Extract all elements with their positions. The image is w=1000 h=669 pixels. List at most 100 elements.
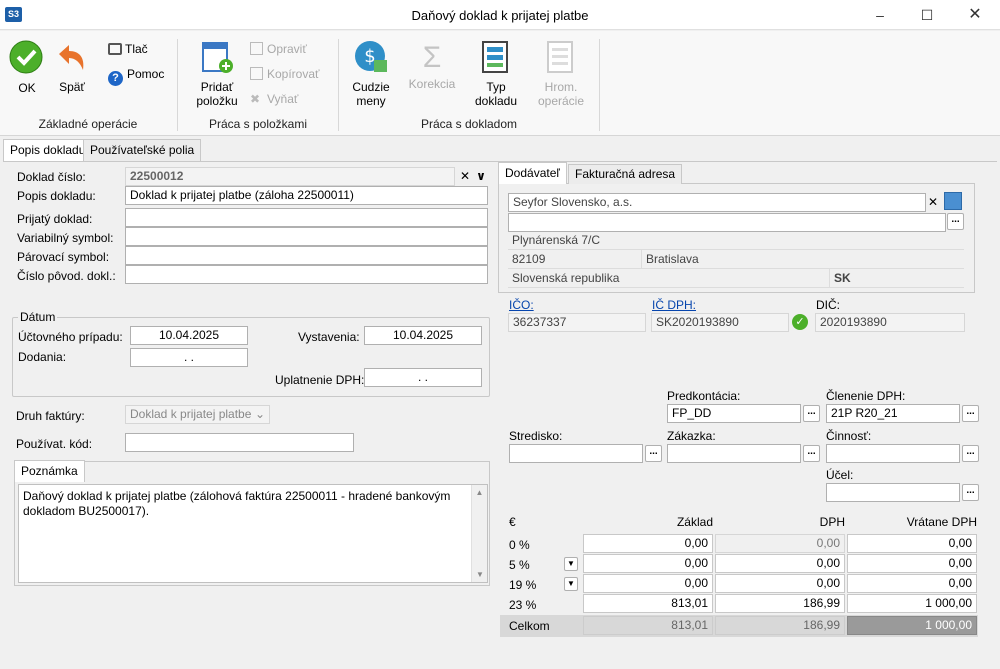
vat-col-total: Vrátane DPH [906,515,977,529]
chevron-down-icon[interactable]: ∨ [474,169,488,183]
clear-icon[interactable]: ✕ [458,169,472,183]
document-type-button[interactable]: Typ dokladu [470,40,522,108]
add-document-icon [202,42,233,73]
vat-sum-label: Celkom [509,619,550,633]
vat-0-base[interactable]: 0,00 [583,534,713,553]
vat-currency: € [509,515,516,529]
print-button[interactable]: Tlač [108,40,148,58]
ico-field[interactable]: 36237337 [508,313,646,332]
vat-0-total[interactable]: 0,00 [847,534,977,553]
vat-5-base[interactable]: 0,00 [583,554,713,573]
foreign-currency-button[interactable]: $ Cudzie meny [348,40,394,108]
icdph-field[interactable]: SK2020193890 [651,313,789,332]
edit-button[interactable]: Opraviť [250,40,307,58]
back-button[interactable]: Späť [55,42,89,94]
supplier-street: Plynárenská 7/C [508,231,964,250]
supplier-country-code: SK [830,269,964,288]
ico-link[interactable]: IČO: [509,298,534,312]
close-icon[interactable]: ✕ [960,4,990,26]
tab-billing-address[interactable]: Fakturačná adresa [568,164,683,184]
vat-23-total[interactable]: 1 000,00 [847,594,977,613]
undo-arrow-icon [59,45,84,70]
clenenie-more-button[interactable]: ... [962,405,979,422]
help-button[interactable]: ? Pomoc [108,65,164,86]
invoice-type-label: Druh faktúry: [16,409,85,423]
doc-desc-field[interactable]: Doklad k prijatej platbe (záloha 2250001… [125,186,488,205]
note-scrollbar[interactable]: ▲ ▼ [471,485,487,582]
vat-rate-5: 5 % [509,558,530,572]
maximize-icon[interactable]: ☐ [912,4,942,26]
add-item-button[interactable]: Pridať položku [192,40,242,108]
minimize-icon[interactable]: – [865,4,895,26]
supplier-name-field[interactable]: Seyfor Slovensko, a.s. [508,193,926,212]
more-button[interactable]: ... [947,213,964,230]
verified-check-icon[interactable]: ✓ [792,314,808,330]
clear-icon[interactable]: ✕ [926,195,940,209]
vat-19-vat[interactable]: 0,00 [715,574,845,593]
delivery-date-field[interactable]: . . [130,348,248,367]
vat-sum-total: 1 000,00 [847,616,977,635]
acc-date-field[interactable]: 10.04.2025 [130,326,248,345]
user-code-field[interactable] [125,433,354,452]
vat-23-base[interactable]: 813,01 [583,594,713,613]
tab-user-fields[interactable]: Používateľské polia [83,139,202,161]
bulk-operations-button[interactable]: Hrom. operácie [533,40,589,108]
address-book-icon[interactable] [944,192,962,210]
predkontacia-field[interactable]: FP_DD [667,404,801,423]
copy-button[interactable]: Kopírovať [250,65,320,83]
title-bar: S3 Daňový doklad k prijatej platbe – ☐ ✕ [0,0,1000,30]
tab-note[interactable]: Poznámka [14,460,85,482]
ribbon: OK Späť Tlač ? Pomoc Základné operácie Pr… [0,31,1000,136]
vat-5-total[interactable]: 0,00 [847,554,977,573]
ribbon-separator [599,39,600,131]
zakazka-more-button[interactable]: ... [803,445,820,462]
correction-button[interactable]: Σ Korekcia [404,40,460,91]
doc-desc-label: Popis dokladu: [17,189,96,203]
vat-date-label: Uplatnenie DPH: [275,373,365,387]
date-group-label: Dátum [18,310,58,324]
icdph-link[interactable]: IČ DPH: [652,298,696,312]
cinnost-more-button[interactable]: ... [962,445,979,462]
stredisko-more-button[interactable]: ... [645,445,662,462]
doc-number-field[interactable]: 22500012 [125,167,455,186]
tab-supplier[interactable]: Dodávateľ [498,162,567,184]
window-title: Daňový doklad k prijatej platbe [411,8,589,23]
vat-19-base[interactable]: 0,00 [583,574,713,593]
vat-19-total[interactable]: 0,00 [847,574,977,593]
vat-5-vat[interactable]: 0,00 [715,554,845,573]
rate-dropdown-icon[interactable]: ▼ [564,577,578,591]
vat-date-field[interactable]: . . [364,368,482,387]
clenenie-field[interactable]: 21P R20_21 [826,404,960,423]
main-tabs: Popis dokladu Používateľské polia [3,139,997,162]
zakazka-field[interactable] [667,444,801,463]
tab-document-description[interactable]: Popis dokladu [3,139,93,162]
received-doc-field[interactable] [125,208,488,227]
delivery-date-label: Dodania: [18,350,67,364]
issue-date-field[interactable]: 10.04.2025 [364,326,482,345]
rate-dropdown-icon[interactable]: ▼ [564,557,578,571]
vat-23-vat[interactable]: 186,99 [715,594,845,613]
ucel-more-button[interactable]: ... [962,484,979,501]
pairing-symbol-field[interactable] [125,246,488,265]
cinnost-label: Činnosť: [826,429,872,443]
dic-field[interactable]: 2020193890 [815,313,965,332]
user-code-label: Používat. kód: [16,437,93,451]
variable-symbol-field[interactable] [125,227,488,246]
ok-button[interactable]: OK [9,40,45,95]
cinnost-field[interactable] [826,444,960,463]
vat-col-base: Základ [676,515,713,529]
invoice-type-select[interactable]: Doklad k prijatej platbe ⌄ [125,405,270,424]
received-doc-label: Prijatý doklad: [17,212,93,226]
cut-button[interactable]: ✖ Vyňať [250,90,298,108]
variable-symbol-label: Variabilný symbol: [17,231,114,245]
orig-doc-number-field[interactable] [125,265,488,284]
orig-doc-number-label: Číslo pôvod. dokl.: [17,269,116,283]
bulk-operations-icon [547,41,573,73]
note-textarea[interactable]: Daňový doklad k prijatej platbe (zálohov… [18,484,488,583]
help-icon: ? [108,71,123,86]
predkontacia-more-button[interactable]: ... [803,405,820,422]
stredisko-field[interactable] [509,444,643,463]
currency-icon: $ [355,41,387,72]
supplier-name-2-field[interactable] [508,213,946,232]
ucel-field[interactable] [826,483,960,502]
